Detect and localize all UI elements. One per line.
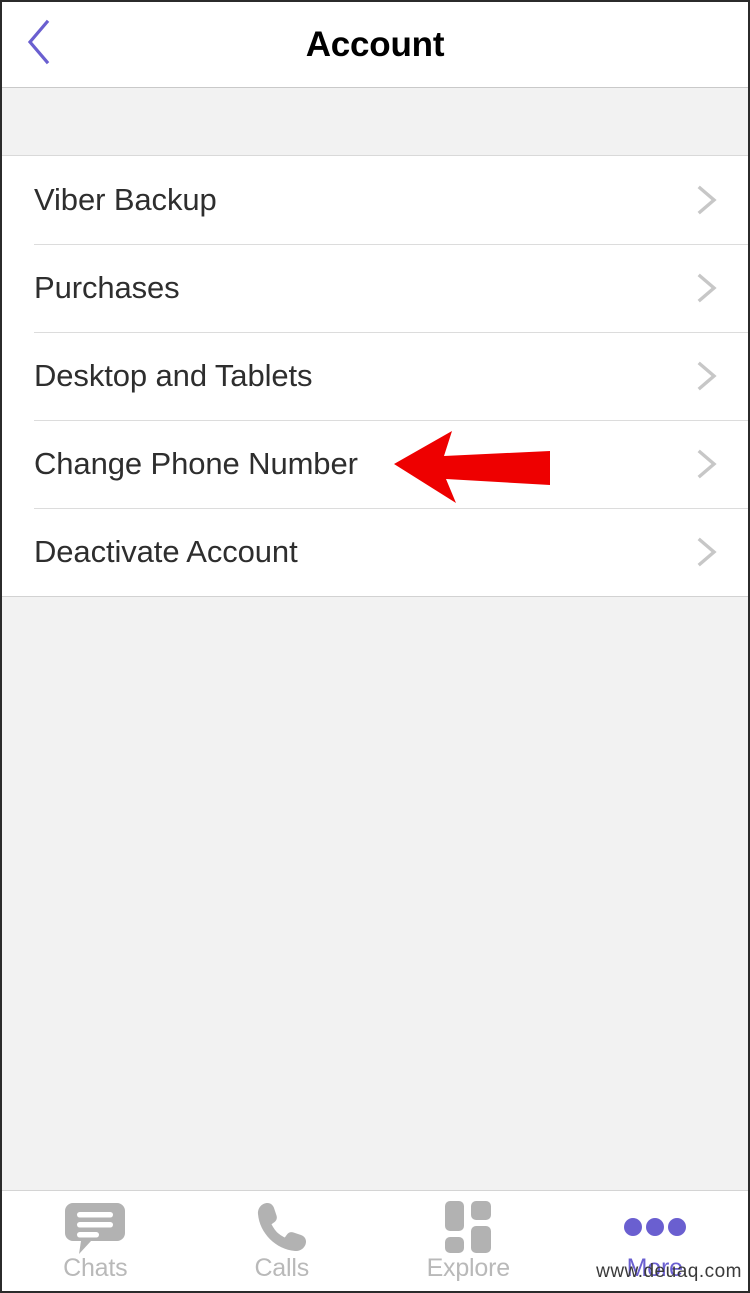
list-item-label: Viber Backup xyxy=(34,182,217,217)
navigation-bar: Account xyxy=(2,2,748,88)
chevron-right-icon xyxy=(694,273,720,303)
chevron-right-icon xyxy=(694,361,720,391)
list-item-label: Deactivate Account xyxy=(34,534,298,569)
list-item-purchases[interactable]: Purchases xyxy=(2,244,748,332)
list-item-deactivate-account[interactable]: Deactivate Account xyxy=(2,508,748,596)
grid-tiles-icon xyxy=(445,1201,492,1253)
list-item-change-phone-number[interactable]: Change Phone Number xyxy=(2,420,748,508)
list-item-viber-backup[interactable]: Viber Backup xyxy=(2,156,748,244)
tab-explore[interactable]: Explore xyxy=(375,1191,562,1291)
empty-area xyxy=(2,597,748,1189)
chevron-right-icon xyxy=(694,537,720,567)
list-item-label: Change Phone Number xyxy=(34,446,358,481)
section-spacer xyxy=(2,88,748,156)
page-title: Account xyxy=(305,25,445,64)
chevron-right-icon xyxy=(694,185,720,215)
list-item-label: Desktop and Tablets xyxy=(34,358,313,393)
tab-label: Calls xyxy=(254,1254,310,1282)
chevron-right-icon xyxy=(694,449,720,479)
chat-bubble-icon xyxy=(65,1203,126,1254)
tab-label: Chats xyxy=(63,1254,128,1282)
phone-screen: Account Viber Backup Purchases Desktop a… xyxy=(0,0,750,1293)
three-dots-icon xyxy=(623,1204,686,1250)
tab-calls[interactable]: Calls xyxy=(189,1191,376,1291)
account-settings-list: Viber Backup Purchases Desktop and Table… xyxy=(2,156,748,597)
list-item-desktop-and-tablets[interactable]: Desktop and Tablets xyxy=(2,332,748,420)
tab-label: Explore xyxy=(426,1254,511,1282)
list-item-label: Purchases xyxy=(34,270,180,305)
phone-handset-icon xyxy=(256,1203,308,1252)
tab-chats[interactable]: Chats xyxy=(2,1191,189,1291)
site-watermark: www.deuaq.com xyxy=(596,1261,742,1282)
